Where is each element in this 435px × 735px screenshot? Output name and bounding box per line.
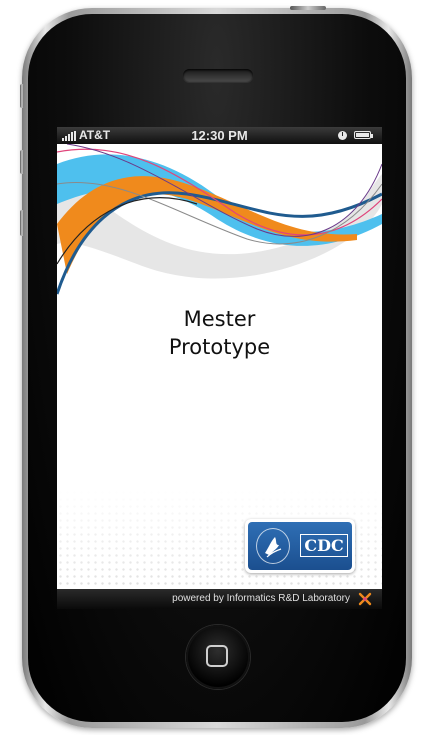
cdc-wordmark: CDC: [300, 534, 348, 557]
cdc-logo: CDC: [245, 519, 355, 573]
volume-up-button: [20, 84, 24, 108]
footer-credit: powered by Informatics R&D Laboratory: [172, 593, 350, 604]
home-button[interactable]: [186, 625, 250, 689]
hhs-eagle-icon: [256, 528, 290, 564]
mute-switch: [20, 210, 24, 236]
clock-icon: [338, 131, 347, 140]
cdc-logo-panel: CDC: [248, 522, 352, 570]
status-bar: AT&T 12:30 PM: [57, 127, 382, 144]
app-title: Mester Prototype: [57, 305, 382, 361]
status-time: 12:30 PM: [191, 128, 248, 143]
footer-bar: powered by Informatics R&D Laboratory: [57, 589, 382, 609]
volume-down-button: [20, 150, 24, 174]
app-title-line1: Mester: [183, 307, 256, 331]
app-screen: AT&T 12:30 PM Mester Prototype CDC power…: [57, 127, 382, 609]
battery-icon: [354, 131, 373, 139]
earpiece-speaker: [183, 69, 253, 82]
sleep-button: [290, 6, 326, 10]
lab-logo-icon: [358, 592, 372, 606]
app-title-line2: Prototype: [168, 335, 271, 359]
home-square-icon: [206, 645, 228, 667]
